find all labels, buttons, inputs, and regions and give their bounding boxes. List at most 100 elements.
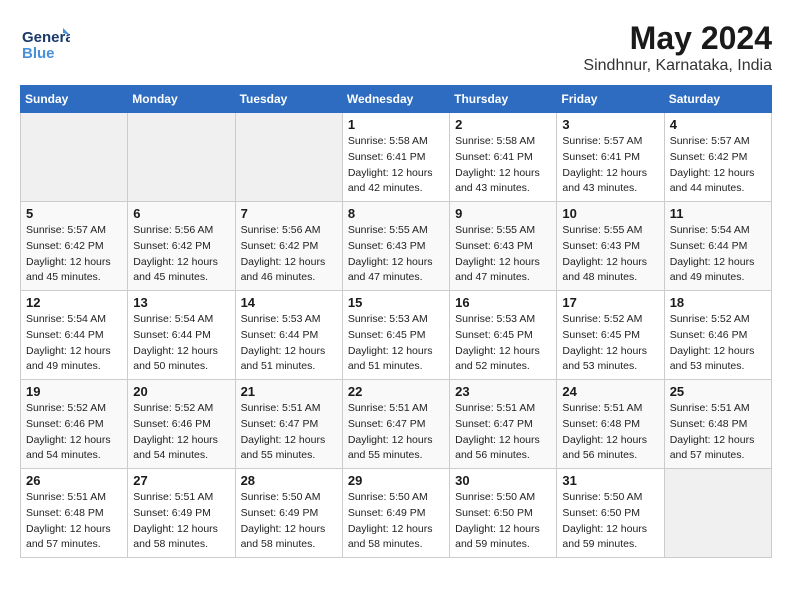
day-number: 20: [133, 384, 229, 399]
day-info: Sunrise: 5:51 AMSunset: 6:47 PMDaylight:…: [241, 401, 337, 464]
calendar-cell: [235, 113, 342, 202]
calendar-table: SundayMondayTuesdayWednesdayThursdayFrid…: [20, 85, 772, 558]
calendar-header-row: SundayMondayTuesdayWednesdayThursdayFrid…: [21, 86, 772, 113]
header-cell-thursday: Thursday: [450, 86, 557, 113]
header-cell-sunday: Sunday: [21, 86, 128, 113]
svg-text:Blue: Blue: [22, 45, 55, 62]
day-info: Sunrise: 5:51 AMSunset: 6:49 PMDaylight:…: [133, 490, 229, 553]
day-info: Sunrise: 5:57 AMSunset: 6:42 PMDaylight:…: [670, 134, 766, 197]
calendar-cell: 14 Sunrise: 5:53 AMSunset: 6:44 PMDayligh…: [235, 291, 342, 380]
day-info: Sunrise: 5:55 AMSunset: 6:43 PMDaylight:…: [562, 223, 658, 286]
calendar-cell: 10 Sunrise: 5:55 AMSunset: 6:43 PMDayligh…: [557, 202, 664, 291]
day-info: Sunrise: 5:50 AMSunset: 6:50 PMDaylight:…: [562, 490, 658, 553]
day-info: Sunrise: 5:57 AMSunset: 6:41 PMDaylight:…: [562, 134, 658, 197]
calendar-cell: [21, 113, 128, 202]
day-info: Sunrise: 5:53 AMSunset: 6:45 PMDaylight:…: [348, 312, 444, 375]
day-info: Sunrise: 5:52 AMSunset: 6:46 PMDaylight:…: [670, 312, 766, 375]
day-number: 9: [455, 206, 551, 221]
day-info: Sunrise: 5:51 AMSunset: 6:47 PMDaylight:…: [455, 401, 551, 464]
day-info: Sunrise: 5:51 AMSunset: 6:48 PMDaylight:…: [562, 401, 658, 464]
header: General Blue May 2024 Sindhnur, Karnatak…: [20, 20, 772, 75]
calendar-title: May 2024: [583, 20, 772, 57]
day-number: 8: [348, 206, 444, 221]
header-cell-monday: Monday: [128, 86, 235, 113]
calendar-cell: 19Sunrise: 5:52 AMSunset: 6:46 PMDayligh…: [21, 380, 128, 469]
calendar-cell: 29 Sunrise: 5:50 AMSunset: 6:49 PMDayligh…: [342, 469, 449, 558]
header-cell-tuesday: Tuesday: [235, 86, 342, 113]
calendar-cell: 17 Sunrise: 5:52 AMSunset: 6:45 PMDayligh…: [557, 291, 664, 380]
day-number: 23: [455, 384, 551, 399]
day-info: Sunrise: 5:54 AMSunset: 6:44 PMDaylight:…: [670, 223, 766, 286]
day-info: Sunrise: 5:51 AMSunset: 6:47 PMDaylight:…: [348, 401, 444, 464]
calendar-cell: 18 Sunrise: 5:52 AMSunset: 6:46 PMDayligh…: [664, 291, 771, 380]
calendar-cell: [128, 113, 235, 202]
header-cell-friday: Friday: [557, 86, 664, 113]
day-info: Sunrise: 5:52 AMSunset: 6:46 PMDaylight:…: [26, 401, 122, 464]
day-number: 16: [455, 295, 551, 310]
calendar-week-row: 5 Sunrise: 5:57 AMSunset: 6:42 PMDaylight…: [21, 202, 772, 291]
day-number: 29: [348, 473, 444, 488]
day-number: 21: [241, 384, 337, 399]
calendar-cell: 16 Sunrise: 5:53 AMSunset: 6:45 PMDayligh…: [450, 291, 557, 380]
day-info: Sunrise: 5:54 AMSunset: 6:44 PMDaylight:…: [26, 312, 122, 375]
calendar-cell: 13 Sunrise: 5:54 AMSunset: 6:44 PMDayligh…: [128, 291, 235, 380]
calendar-cell: 7Sunrise: 5:56 AMSunset: 6:42 PMDaylight…: [235, 202, 342, 291]
calendar-week-row: 1 Sunrise: 5:58 AMSunset: 6:41 PMDaylight…: [21, 113, 772, 202]
day-number: 13: [133, 295, 229, 310]
logo: General Blue: [20, 20, 70, 70]
day-info: Sunrise: 5:57 AMSunset: 6:42 PMDaylight:…: [26, 223, 122, 286]
day-info: Sunrise: 5:52 AMSunset: 6:46 PMDaylight:…: [133, 401, 229, 464]
calendar-cell: 20 Sunrise: 5:52 AMSunset: 6:46 PMDayligh…: [128, 380, 235, 469]
header-cell-wednesday: Wednesday: [342, 86, 449, 113]
calendar-cell: 21 Sunrise: 5:51 AMSunset: 6:47 PMDayligh…: [235, 380, 342, 469]
day-number: 6: [133, 206, 229, 221]
day-info: Sunrise: 5:56 AMSunset: 6:42 PMDaylight:…: [133, 223, 229, 286]
svg-text:General: General: [22, 29, 70, 46]
title-area: May 2024 Sindhnur, Karnataka, India: [583, 20, 772, 75]
day-number: 24: [562, 384, 658, 399]
calendar-cell: 5 Sunrise: 5:57 AMSunset: 6:42 PMDaylight…: [21, 202, 128, 291]
day-number: 30: [455, 473, 551, 488]
day-info: Sunrise: 5:54 AMSunset: 6:44 PMDaylight:…: [133, 312, 229, 375]
calendar-cell: 27Sunrise: 5:51 AMSunset: 6:49 PMDayligh…: [128, 469, 235, 558]
calendar-cell: 28 Sunrise: 5:50 AMSunset: 6:49 PMDayligh…: [235, 469, 342, 558]
calendar-cell: 24 Sunrise: 5:51 AMSunset: 6:48 PMDayligh…: [557, 380, 664, 469]
calendar-cell: 4Sunrise: 5:57 AMSunset: 6:42 PMDaylight…: [664, 113, 771, 202]
calendar-week-row: 19Sunrise: 5:52 AMSunset: 6:46 PMDayligh…: [21, 380, 772, 469]
calendar-cell: [664, 469, 771, 558]
calendar-week-row: 12Sunrise: 5:54 AMSunset: 6:44 PMDayligh…: [21, 291, 772, 380]
day-info: Sunrise: 5:50 AMSunset: 6:49 PMDaylight:…: [348, 490, 444, 553]
day-number: 11: [670, 206, 766, 221]
day-number: 10: [562, 206, 658, 221]
calendar-cell: 2Sunrise: 5:58 AMSunset: 6:41 PMDaylight…: [450, 113, 557, 202]
calendar-cell: 11 Sunrise: 5:54 AMSunset: 6:44 PMDayligh…: [664, 202, 771, 291]
day-number: 14: [241, 295, 337, 310]
day-info: Sunrise: 5:53 AMSunset: 6:45 PMDaylight:…: [455, 312, 551, 375]
day-number: 18: [670, 295, 766, 310]
day-info: Sunrise: 5:52 AMSunset: 6:45 PMDaylight:…: [562, 312, 658, 375]
logo-icon: General Blue: [20, 20, 70, 70]
day-info: Sunrise: 5:53 AMSunset: 6:44 PMDaylight:…: [241, 312, 337, 375]
day-number: 5: [26, 206, 122, 221]
header-cell-saturday: Saturday: [664, 86, 771, 113]
calendar-subtitle: Sindhnur, Karnataka, India: [583, 57, 772, 75]
calendar-cell: 1Sunrise: 5:58 AMSunset: 6:41 PMDaylight…: [342, 113, 449, 202]
calendar-cell: 30Sunrise: 5:50 AMSunset: 6:50 PMDayligh…: [450, 469, 557, 558]
calendar-cell: 23 Sunrise: 5:51 AMSunset: 6:47 PMDayligh…: [450, 380, 557, 469]
calendar-cell: 15Sunrise: 5:53 AMSunset: 6:45 PMDayligh…: [342, 291, 449, 380]
day-info: Sunrise: 5:55 AMSunset: 6:43 PMDaylight:…: [455, 223, 551, 286]
day-number: 28: [241, 473, 337, 488]
day-info: Sunrise: 5:58 AMSunset: 6:41 PMDaylight:…: [455, 134, 551, 197]
calendar-cell: 12Sunrise: 5:54 AMSunset: 6:44 PMDayligh…: [21, 291, 128, 380]
day-number: 26: [26, 473, 122, 488]
day-info: Sunrise: 5:50 AMSunset: 6:49 PMDaylight:…: [241, 490, 337, 553]
day-number: 22: [348, 384, 444, 399]
day-number: 17: [562, 295, 658, 310]
calendar-cell: 3Sunrise: 5:57 AMSunset: 6:41 PMDaylight…: [557, 113, 664, 202]
day-number: 31: [562, 473, 658, 488]
day-number: 1: [348, 117, 444, 132]
calendar-cell: 25Sunrise: 5:51 AMSunset: 6:48 PMDayligh…: [664, 380, 771, 469]
day-info: Sunrise: 5:55 AMSunset: 6:43 PMDaylight:…: [348, 223, 444, 286]
calendar-cell: 26 Sunrise: 5:51 AMSunset: 6:48 PMDayligh…: [21, 469, 128, 558]
day-info: Sunrise: 5:51 AMSunset: 6:48 PMDaylight:…: [26, 490, 122, 553]
